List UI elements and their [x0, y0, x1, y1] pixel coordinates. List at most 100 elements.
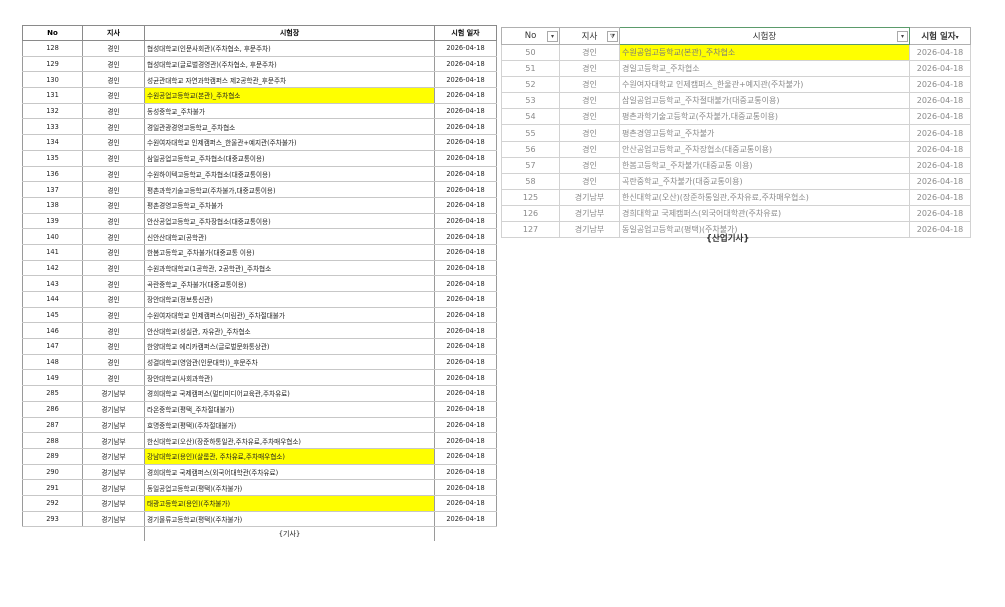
cell-no[interactable]: 142	[22, 260, 83, 277]
table-row[interactable]: 149 경인 장안대학교(사회과학관) 2026-04-18	[22, 369, 497, 387]
cell-branch[interactable]: 경인	[82, 71, 145, 89]
cell-venue[interactable]: 수원여자대학교 인제캠퍼스_한울관+예지관(주차불가)	[144, 134, 435, 151]
cell-venue[interactable]: 경희대학교 국제캠퍼스(멀티미디어교육관,주차유료)	[144, 385, 435, 402]
cell-no[interactable]: 53	[501, 92, 560, 110]
cell-venue[interactable]: 수원공업고등학교(본관)_주차협소	[619, 43, 910, 62]
cell-date[interactable]: 2026-04-18	[909, 140, 971, 158]
cell-date[interactable]: 2026-04-18	[434, 432, 497, 449]
cell-date[interactable]: 2026-04-18	[434, 134, 497, 151]
cell-venue[interactable]: 경일고등학교_주차협소	[619, 60, 910, 78]
cell-branch[interactable]: 경인	[559, 172, 620, 190]
header-venue[interactable]: 시험장	[144, 25, 435, 41]
cell-branch[interactable]: 경인	[559, 108, 620, 126]
cell-no[interactable]: 125	[501, 188, 560, 206]
table-row[interactable]: 125 경기남부 한신대학교(오산)(장준하통일관,주차유료,주차매우협소) 2026…	[501, 188, 971, 206]
cell-branch[interactable]: 경인	[82, 150, 145, 167]
table-row[interactable]: 133 경인 경일관광경영고등학교_주차협소 2026-04-18	[22, 118, 497, 136]
cell-no[interactable]: 137	[22, 181, 83, 198]
cell-venue[interactable]: 수원공업고등학교(본관)_주차협소	[144, 87, 435, 104]
cell-branch[interactable]: 경인	[559, 76, 620, 94]
cell-venue[interactable]: 한봄고등학교_주차불가(대중교통 이용)	[619, 156, 910, 174]
table-row[interactable]: 289 경기남부 강남대학교(용인)(샬롬관, 주차유료,주차매우협소) 2026-0…	[22, 448, 497, 465]
cell-no[interactable]: 147	[22, 338, 83, 355]
cell-venue[interactable]: 한신대학교(오산)(장준하통일관,주차유료,주차매우협소)	[144, 432, 435, 449]
cell-venue[interactable]: 경희대학교 국제캠퍼스(외국어대학관(주차유료)	[619, 204, 910, 223]
cell-date[interactable]: 2026-04-18	[434, 260, 497, 277]
table-row[interactable]: 134 경인 수원여자대학교 인제캠퍼스_한울관+예지관(주차불가) 2026-04-…	[22, 134, 497, 151]
cell-no[interactable]: 50	[501, 43, 560, 62]
cell-venue[interactable]: 평촌과학기술고등학교(주차불가,대중교통이용)	[144, 181, 435, 198]
cell-no[interactable]: 139	[22, 213, 83, 230]
table-row[interactable]: 138 경인 평촌경영고등학교_주차불가 2026-04-18	[22, 197, 497, 214]
cell-branch[interactable]: 경인	[82, 181, 145, 198]
cell-branch[interactable]: 경인	[82, 197, 145, 214]
cell-branch[interactable]: 경인	[82, 244, 145, 261]
header-date[interactable]: 시험 일자▾	[909, 27, 971, 45]
cell-branch[interactable]: 경인	[82, 260, 145, 277]
cell-date[interactable]: 2026-04-18	[434, 197, 497, 214]
header-no[interactable]: No ▾	[501, 27, 560, 45]
cell-date[interactable]: 2026-04-18	[434, 244, 497, 261]
cell-no[interactable]: 51	[501, 60, 560, 78]
cell-branch[interactable]: 경인	[82, 40, 145, 57]
table-row[interactable]: 137 경인 평촌과학기술고등학교(주차불가,대중교통이용) 2026-04-18	[22, 181, 497, 198]
table-row[interactable]: 50 경인 수원공업고등학교(본관)_주차협소 2026-04-18	[501, 43, 971, 62]
cell-no[interactable]: 130	[22, 71, 83, 89]
cell-branch[interactable]: 경인	[559, 60, 620, 78]
cell-date[interactable]: 2026-04-18	[909, 124, 971, 142]
cell-no[interactable]: 127	[501, 221, 560, 239]
cell-venue[interactable]: 삼일공업고등학교_주차절대불가(대중교통이용)	[619, 92, 910, 110]
cell-branch[interactable]: 경인	[82, 213, 145, 230]
cell-branch[interactable]: 경인	[82, 322, 145, 340]
cell-branch[interactable]: 경기남부	[82, 417, 145, 434]
cell-venue[interactable]: 곡란중학교_주차불가(대중교통이용)	[144, 275, 435, 292]
cell-date[interactable]: 2026-04-18	[434, 291, 497, 308]
cell-branch[interactable]: 경기남부	[82, 401, 145, 418]
table-row[interactable]: 291 경기남부 동일공업고등학교(평택)(주차불가) 2026-04-18	[22, 479, 497, 496]
cell-branch[interactable]: 경기남부	[82, 448, 145, 465]
cell-branch[interactable]: 경인	[82, 118, 145, 136]
cell-date[interactable]: 2026-04-18	[434, 40, 497, 57]
cell-no[interactable]: 138	[22, 197, 83, 214]
dropdown-arrow-icon[interactable]: ▾	[897, 31, 908, 42]
cell-no[interactable]: 293	[22, 511, 83, 528]
header-branch[interactable]: 지사 ⧩	[559, 27, 620, 45]
table-row[interactable]: 293 경기남부 경기물류고등학교(평택)(주차불가) 2026-04-18	[22, 511, 497, 528]
cell-venue[interactable]: 안산공업고등학교_주차장협소(대중교통이용)	[144, 213, 435, 230]
cell-no[interactable]: 289	[22, 448, 83, 465]
cell-date[interactable]: 2026-04-18	[909, 172, 971, 190]
table-row[interactable]: 128 경인 협성대학교(인문사회관)(주차협소, 후문주차) 2026-04-18	[22, 40, 497, 57]
cell-date[interactable]: 2026-04-18	[434, 103, 497, 120]
cell-date[interactable]: 2026-04-18	[434, 275, 497, 292]
cell-venue[interactable]: 곡란중학교_주차불가(대중교통이용)	[619, 172, 910, 190]
cell-date[interactable]: 2026-04-18	[434, 338, 497, 355]
cell-branch[interactable]: 경인	[82, 134, 145, 151]
cell-venue[interactable]: 평촌경영고등학교_주차불가	[619, 124, 910, 142]
cell-date[interactable]: 2026-04-18	[909, 221, 971, 239]
cell-date[interactable]: 2026-04-18	[909, 92, 971, 110]
cell-venue[interactable]: 성균관대학교 자연과학캠퍼스 제2공학관_후문주차	[144, 71, 435, 89]
table-row[interactable]: 57 경인 한봄고등학교_주차불가(대중교통 이용) 2026-04-18	[501, 156, 971, 174]
cell-no[interactable]: 288	[22, 432, 83, 449]
table-row[interactable]: 131 경인 수원공업고등학교(본관)_주차협소 2026-04-18	[22, 87, 497, 104]
cell-no[interactable]: 126	[501, 204, 560, 223]
cell-date[interactable]: 2026-04-18	[434, 479, 497, 496]
table-row[interactable]: 52 경인 수원여자대학교 인제캠퍼스_한울관+예지관(주차불가) 2026-04-1…	[501, 76, 971, 94]
cell-date[interactable]: 2026-04-18	[909, 204, 971, 223]
table-row[interactable]: 126 경기남부 경희대학교 국제캠퍼스(외국어대학관(주차유료) 2026-04-1…	[501, 204, 971, 223]
cell-no[interactable]: 58	[501, 172, 560, 190]
header-no[interactable]: No	[22, 25, 83, 41]
cell-venue[interactable]: 효명중학교(평택)(주차절대불가)	[144, 417, 435, 434]
cell-no[interactable]: 131	[22, 87, 83, 104]
cell-no[interactable]: 149	[22, 369, 83, 387]
cell-no[interactable]: 132	[22, 103, 83, 120]
cell-date[interactable]: 2026-04-18	[434, 87, 497, 104]
cell-no[interactable]: 140	[22, 228, 83, 245]
cell-venue[interactable]: 협성대학교(글로벌경영관)(주차협소, 후문주차)	[144, 56, 435, 73]
table-row[interactable]: 290 경기남부 경희대학교 국제캠퍼스(외국어대학관(주차유료) 2026-04-1…	[22, 464, 497, 481]
cell-branch[interactable]: 경인	[82, 56, 145, 73]
dropdown-arrow-icon[interactable]: ▾	[547, 31, 558, 42]
cell-no[interactable]: 287	[22, 417, 83, 434]
cell-venue[interactable]: 동일공업고등학교(평택)(주차불가)	[144, 479, 435, 496]
cell-date[interactable]: 2026-04-18	[434, 448, 497, 465]
